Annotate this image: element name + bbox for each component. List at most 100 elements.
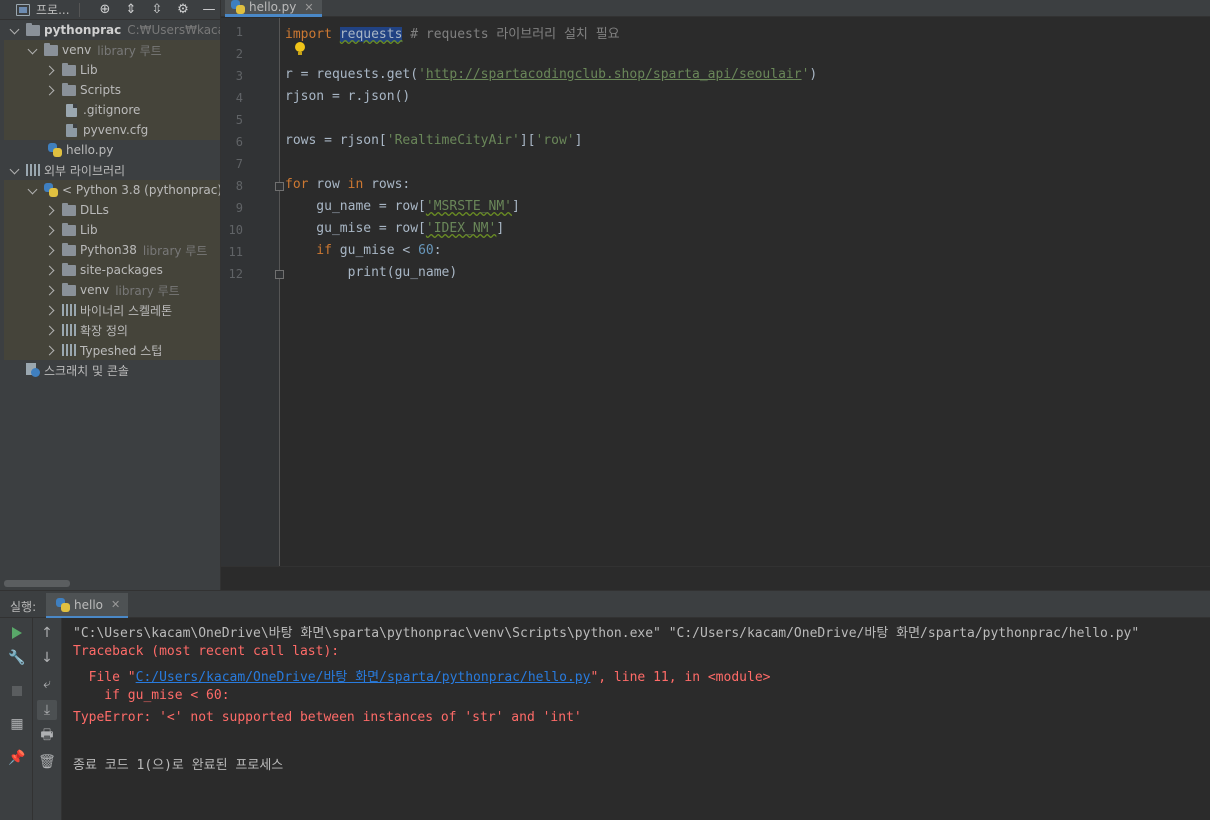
tree-item-gitignore[interactable]: .gitignore	[4, 100, 220, 120]
code-editor[interactable]: 1 2 3 4 5 6 7 8 9 10 11 12 import reques…	[221, 18, 1210, 566]
run-tab-hello[interactable]: hello ✕	[46, 593, 129, 619]
folder-icon	[62, 62, 76, 76]
layout-icon[interactable]: ▦	[7, 714, 27, 734]
chevron-right-icon[interactable]	[46, 225, 56, 235]
tree-item-pyvenv-cfg[interactable]: pyvenv.cfg	[4, 120, 220, 140]
line-number: 9	[235, 201, 243, 215]
run-console-output[interactable]: "C:\Users\kacam\OneDrive\바탕 화면\sparta\py…	[62, 618, 1210, 820]
tree-item-extended-definitions[interactable]: 확장 정의	[4, 320, 220, 340]
soft-wrap-icon[interactable]: ⤶	[37, 674, 57, 694]
chevron-down-icon[interactable]	[10, 165, 20, 175]
line-number: 3	[235, 69, 243, 83]
project-view-icon[interactable]	[16, 3, 30, 16]
chevron-down-icon[interactable]	[10, 25, 20, 35]
locate-file-icon[interactable]: ⊕	[98, 0, 112, 20]
project-panel-title[interactable]: 프로...	[36, 1, 70, 18]
code-line-9: gu_name = row['MSRSTE_NM']	[285, 199, 520, 214]
tree-item-lib[interactable]: Lib	[4, 60, 220, 80]
string-literal: 'MSRSTE_NM'	[425, 199, 512, 214]
arrow-up-icon[interactable]: ↑	[37, 623, 57, 643]
tree-item-scripts[interactable]: Scripts	[4, 80, 220, 100]
run-panel-label: 실행:	[10, 600, 37, 614]
chevron-right-icon[interactable]	[46, 205, 56, 215]
rerun-icon[interactable]	[7, 623, 27, 643]
tree-item-hint: library 루트	[97, 43, 162, 58]
editor-tab-bar: hello.py ✕	[221, 0, 1210, 17]
code-line-12: print(gu_name)	[285, 265, 458, 280]
lightbulb-icon[interactable]	[294, 42, 306, 56]
project-horizontal-scrollbar[interactable]	[4, 580, 70, 587]
tree-item-hello-py[interactable]: hello.py	[4, 140, 220, 160]
tree-item-binary-skeletons[interactable]: 바이너리 스켈레톤	[4, 300, 220, 320]
code-text: ]	[511, 199, 520, 214]
chevron-down-icon[interactable]	[28, 185, 38, 195]
console-traceback-header: Traceback (most recent call last):	[73, 644, 340, 659]
scroll-to-end-icon[interactable]: ⤓	[37, 700, 57, 720]
code-text: )	[809, 67, 818, 82]
fold-marker-icon[interactable]	[275, 182, 284, 191]
tab-hello-py[interactable]: hello.py ✕	[225, 0, 322, 17]
tree-item-venv[interactable]: venv library 루트	[4, 40, 220, 60]
fold-marker-icon[interactable]	[275, 270, 284, 279]
tab-label: hello.py	[249, 0, 297, 14]
console-error-message: TypeError: '<' not supported between ins…	[73, 710, 582, 725]
console-command-line: "C:\Users\kacam\OneDrive\바탕 화면\sparta\py…	[73, 626, 1140, 641]
tree-item-typeshed-stubs[interactable]: Typeshed 스텁	[4, 340, 220, 360]
collapse-all-icon[interactable]: ⇳	[150, 0, 164, 20]
code-line-1: import requests # requests 라이브러리 설치 필요	[285, 23, 620, 42]
chevron-right-icon[interactable]	[46, 305, 56, 315]
chevron-right-icon[interactable]	[46, 85, 56, 95]
editor-horizontal-scroll-area[interactable]	[221, 566, 1210, 590]
tree-item-label: pyvenv.cfg	[83, 123, 149, 137]
pin-icon[interactable]: 📌	[7, 748, 27, 768]
chevron-down-icon[interactable]	[28, 45, 38, 55]
tree-item-label: DLLs	[80, 203, 109, 217]
console-traceback-code: if gu_mise < 60:	[73, 688, 230, 703]
tree-item-venv-sdk[interactable]: venv library 루트	[4, 280, 220, 300]
hide-panel-icon[interactable]: —	[202, 0, 216, 20]
string-literal: 'RealtimeCityAir'	[386, 133, 520, 148]
keyword-for: for	[285, 177, 309, 192]
tree-item-dlls[interactable]: DLLs	[4, 200, 220, 220]
trash-icon[interactable]: 🗑	[37, 752, 57, 772]
expand-all-icon[interactable]: ⇕	[124, 0, 138, 20]
tree-item-label: hello.py	[66, 143, 114, 157]
wrench-icon[interactable]: 🔧	[7, 648, 27, 668]
line-number: 10	[228, 223, 243, 237]
line-number: 1	[235, 25, 243, 39]
tree-item-lib-sdk[interactable]: Lib	[4, 220, 220, 240]
tree-item-python38[interactable]: Python38 library 루트	[4, 240, 220, 260]
string-literal: 'row'	[535, 133, 575, 148]
tree-item-label: venv	[80, 283, 110, 297]
chevron-right-icon[interactable]	[46, 65, 56, 75]
tree-item-python-sdk[interactable]: < Python 3.8 (pythonprac) >	[4, 180, 220, 200]
comment: # requests 라이브러리 설치 필요	[402, 27, 620, 42]
project-panel: 프로... ⊕ ⇕ ⇳ ⚙ — pythonprac C:₩Users₩kaca…	[0, 0, 221, 590]
chevron-right-icon[interactable]	[46, 325, 56, 335]
chevron-right-icon[interactable]	[46, 265, 56, 275]
code-line-4: rjson = r.json()	[285, 89, 411, 104]
close-run-tab-icon[interactable]: ✕	[111, 598, 120, 611]
stop-icon[interactable]	[7, 681, 27, 701]
string-quote: '	[418, 67, 426, 82]
chevron-right-icon[interactable]	[46, 245, 56, 255]
close-tab-icon[interactable]: ✕	[304, 1, 313, 14]
settings-gear-icon[interactable]: ⚙	[176, 0, 190, 20]
chevron-right-icon[interactable]	[46, 285, 56, 295]
scratches-icon	[26, 363, 40, 377]
console-file-link[interactable]: C:/Users/kacam/OneDrive/바탕 화면/sparta/pyt…	[136, 670, 591, 685]
string-literal: 'IDEX_NM'	[425, 221, 497, 236]
tree-item-external-libraries[interactable]: 외부 라이브러리	[4, 160, 220, 180]
tree-item-pythonprac[interactable]: pythonprac C:₩Users₩kacam₩	[4, 20, 220, 40]
print-icon[interactable]: 🖶	[37, 726, 57, 746]
url-string[interactable]: http://spartacodingclub.shop/sparta_api/…	[426, 67, 802, 82]
tree-item-scratches[interactable]: 스크래치 및 콘솔	[4, 360, 220, 380]
chevron-right-icon[interactable]	[46, 345, 56, 355]
folder-icon	[62, 282, 76, 296]
project-tree: pythonprac C:₩Users₩kacam₩ venv library …	[4, 20, 220, 380]
run-toolbar-left: 🔧 ▦ 📌	[0, 618, 33, 820]
line-number: 12	[228, 267, 243, 281]
line-number: 11	[228, 245, 243, 259]
tree-item-site-packages[interactable]: site-packages	[4, 260, 220, 280]
arrow-down-icon[interactable]: ↓	[37, 648, 57, 668]
